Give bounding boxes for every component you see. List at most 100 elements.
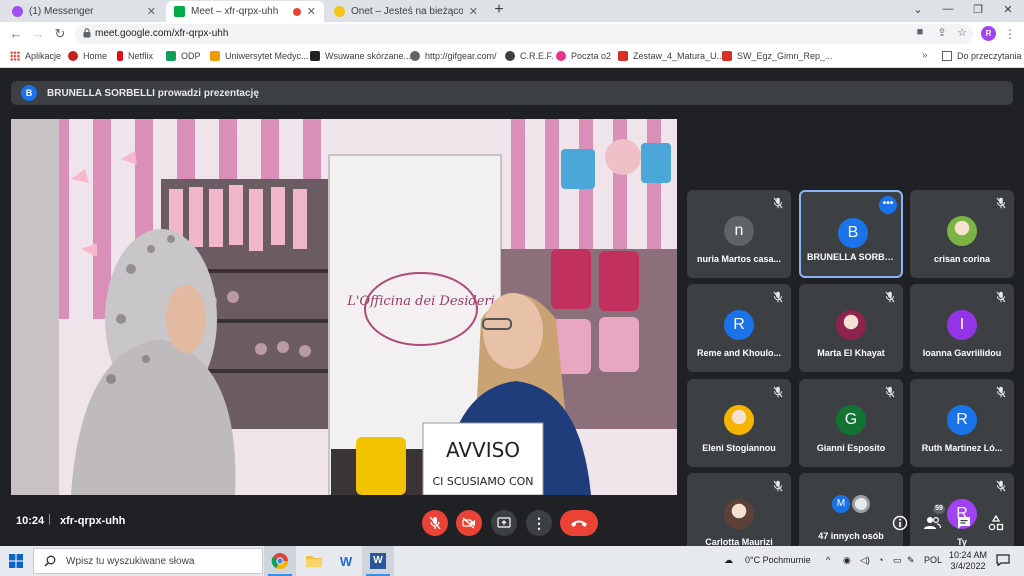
home-icon — [68, 51, 78, 61]
participant-tile[interactable]: R Reme and Khoulo... — [687, 284, 791, 372]
back-icon[interactable]: ← — [8, 26, 24, 42]
bookmark-uniwersytet[interactable]: Uniwersytet Medyc... — [210, 51, 309, 61]
taskbar-clock[interactable]: 10:24 AM 3/4/2022 — [948, 550, 988, 572]
camera-toggle-button[interactable] — [456, 510, 482, 536]
network-icon[interactable]: ◉ — [843, 555, 851, 566]
participant-tile[interactable]: n nuria Martos casa... — [687, 190, 791, 278]
search-icon — [44, 555, 56, 567]
minimize-button[interactable]: — — [940, 3, 956, 15]
tab-strip: (1) Messenger ✕ Meet – xfr-qrpx-uhh ✕ On… — [0, 0, 1024, 22]
participant-photo-avatar — [836, 310, 866, 340]
camera-icon[interactable]: ■ — [913, 26, 927, 38]
participant-tile[interactable]: I Ioanna Gavriilidou — [910, 284, 1014, 372]
taskbar-date: 3/4/2022 — [950, 561, 986, 571]
close-icon[interactable]: ✕ — [307, 5, 316, 18]
taskbar-chrome[interactable] — [264, 546, 296, 576]
profile-avatar[interactable]: R — [981, 26, 996, 41]
participant-tile[interactable]: R Ruth Martinez Ló... — [910, 379, 1014, 467]
bookmark-star-icon[interactable]: ☆ — [955, 26, 969, 39]
meeting-controls: 10:24 | xfr-qrpx-uhh ⋮ 59 — [0, 498, 1024, 546]
share-icon[interactable]: ⇪ — [935, 26, 949, 39]
avviso-sign-subtext: CI SCUSIAMO CON — [432, 475, 533, 488]
bookmark-cref[interactable]: C.R.E.F. — [505, 51, 554, 61]
reload-icon[interactable]: ↻ — [52, 26, 68, 42]
meeting-details-icon[interactable] — [891, 514, 909, 532]
windows-taskbar: Wpisz tu wyszukiwane słowa W W ☁ 0°C Poc… — [0, 546, 1024, 576]
mic-muted-icon — [996, 291, 1006, 303]
participant-tile[interactable]: B BRUNELLA SORBE... ••• — [799, 190, 903, 278]
new-tab-button[interactable]: + — [491, 1, 507, 19]
taskbar-word[interactable]: W — [362, 546, 394, 576]
leave-call-button[interactable] — [560, 510, 598, 536]
hang-up-icon — [571, 520, 587, 527]
wifi-icon[interactable]: ◔ — [878, 555, 883, 565]
globe-icon — [410, 51, 420, 61]
taskbar-search-box[interactable]: Wpisz tu wyszukiwane słowa — [33, 548, 263, 574]
maximize-button[interactable]: ❐ — [970, 3, 986, 16]
battery-icon[interactable]: ▭ — [893, 555, 902, 566]
folder-icon — [306, 556, 322, 567]
tab-messenger[interactable]: (1) Messenger ✕ — [4, 1, 164, 22]
participant-tile[interactable]: Marta El Khayat — [799, 284, 903, 372]
weather-icon[interactable]: ☁ — [724, 555, 733, 566]
chat-icon[interactable] — [955, 514, 973, 532]
participant-tile[interactable]: Eleni Stogiannou — [687, 379, 791, 467]
mic-muted-icon — [996, 197, 1006, 209]
close-window-button[interactable]: ✕ — [1000, 3, 1016, 16]
notifications-icon[interactable] — [996, 554, 1010, 566]
bookmark-gifgear[interactable]: http://gifgear.com/ — [410, 51, 497, 61]
meeting-code: xfr-qrpx-uhh — [60, 515, 126, 527]
bookmark-label: Aplikacje — [25, 51, 62, 61]
reading-list-button[interactable]: Do przeczytania — [942, 51, 1022, 61]
close-icon[interactable]: ✕ — [469, 5, 478, 18]
chevron-up-icon[interactable]: ^ — [826, 555, 830, 565]
browser-menu-icon[interactable]: ⋮ — [1004, 27, 1016, 41]
odp-icon — [166, 51, 176, 61]
address-bar[interactable]: meet.google.com/xfr-qrpx-uhh — [75, 24, 973, 44]
avviso-sign-text: AVVISO — [446, 438, 520, 462]
more-bookmarks-icon[interactable]: » — [922, 50, 928, 61]
presentation-video[interactable]: L'Officina dei Desideri AVVISO CI SCUSIA… — [11, 119, 677, 495]
forward-icon[interactable]: → — [30, 26, 46, 42]
participant-tile[interactable]: crisan corina — [910, 190, 1014, 278]
weather-text[interactable]: 0°C Pochmurnie — [745, 555, 811, 565]
bookmark-label: Poczta o2 — [571, 51, 612, 61]
close-icon[interactable]: ✕ — [147, 5, 156, 18]
more-horiz-icon[interactable]: ••• — [879, 196, 897, 214]
microphone-toggle-button[interactable] — [422, 510, 448, 536]
netflix-icon — [117, 51, 123, 61]
mic-muted-icon — [773, 480, 783, 492]
bookmarks-bar: Aplikacje Home Netflix ODP Uniwersytet M… — [0, 46, 1024, 68]
participant-tile[interactable]: G Gianni Esposito — [799, 379, 903, 467]
present-now-button[interactable] — [491, 510, 517, 536]
bookmark-poczta[interactable]: Poczta o2 — [556, 51, 611, 61]
bookmark-wsuwane[interactable]: Wsuwane skórzane... — [310, 51, 411, 61]
start-button[interactable] — [0, 546, 32, 576]
bookmark-sw-egz[interactable]: SW_Egz_Gimn_Rep_... — [722, 51, 833, 61]
bookmark-zestaw[interactable]: Zestaw_4_Matura_U... — [618, 51, 724, 61]
pen-icon[interactable]: ✎ — [907, 555, 915, 566]
tab-meet[interactable]: Meet – xfr-qrpx-uhh ✕ — [166, 1, 324, 22]
taskbar-w-app[interactable]: W — [330, 546, 362, 576]
lock-icon — [83, 28, 91, 38]
people-icon[interactable] — [923, 514, 941, 532]
volume-icon[interactable]: ◁) — [860, 555, 870, 566]
present-screen-icon — [497, 517, 511, 528]
tab-onet[interactable]: Onet – Jesteś na bieżąco ✕ — [326, 1, 486, 22]
activities-icon[interactable] — [987, 514, 1005, 532]
browser-toolbar: ← → ↻ meet.google.com/xfr-qrpx-uhh ■ ⇪ ☆ — [0, 22, 1024, 46]
input-language[interactable]: POL — [924, 555, 942, 565]
meet-window: B BRUNELLA SORBELLI prowadzi prezentację — [0, 68, 1024, 561]
bookmark-odp[interactable]: ODP — [166, 51, 201, 61]
bookmark-home[interactable]: Home — [68, 51, 107, 61]
presenter-banner: B BRUNELLA SORBELLI prowadzi prezentację — [11, 81, 1013, 105]
tab-search-icon[interactable]: ⌄ — [910, 3, 926, 16]
chrome-icon — [271, 553, 289, 570]
more-options-button[interactable]: ⋮ — [526, 510, 552, 536]
bookmark-netflix[interactable]: Netflix — [117, 51, 153, 61]
taskbar-file-explorer[interactable] — [298, 546, 330, 576]
mic-muted-icon — [885, 386, 895, 398]
meeting-clock: 10:24 — [16, 515, 45, 527]
more-vert-icon: ⋮ — [532, 515, 546, 531]
bookmark-apps[interactable]: Aplikacje — [10, 51, 61, 61]
